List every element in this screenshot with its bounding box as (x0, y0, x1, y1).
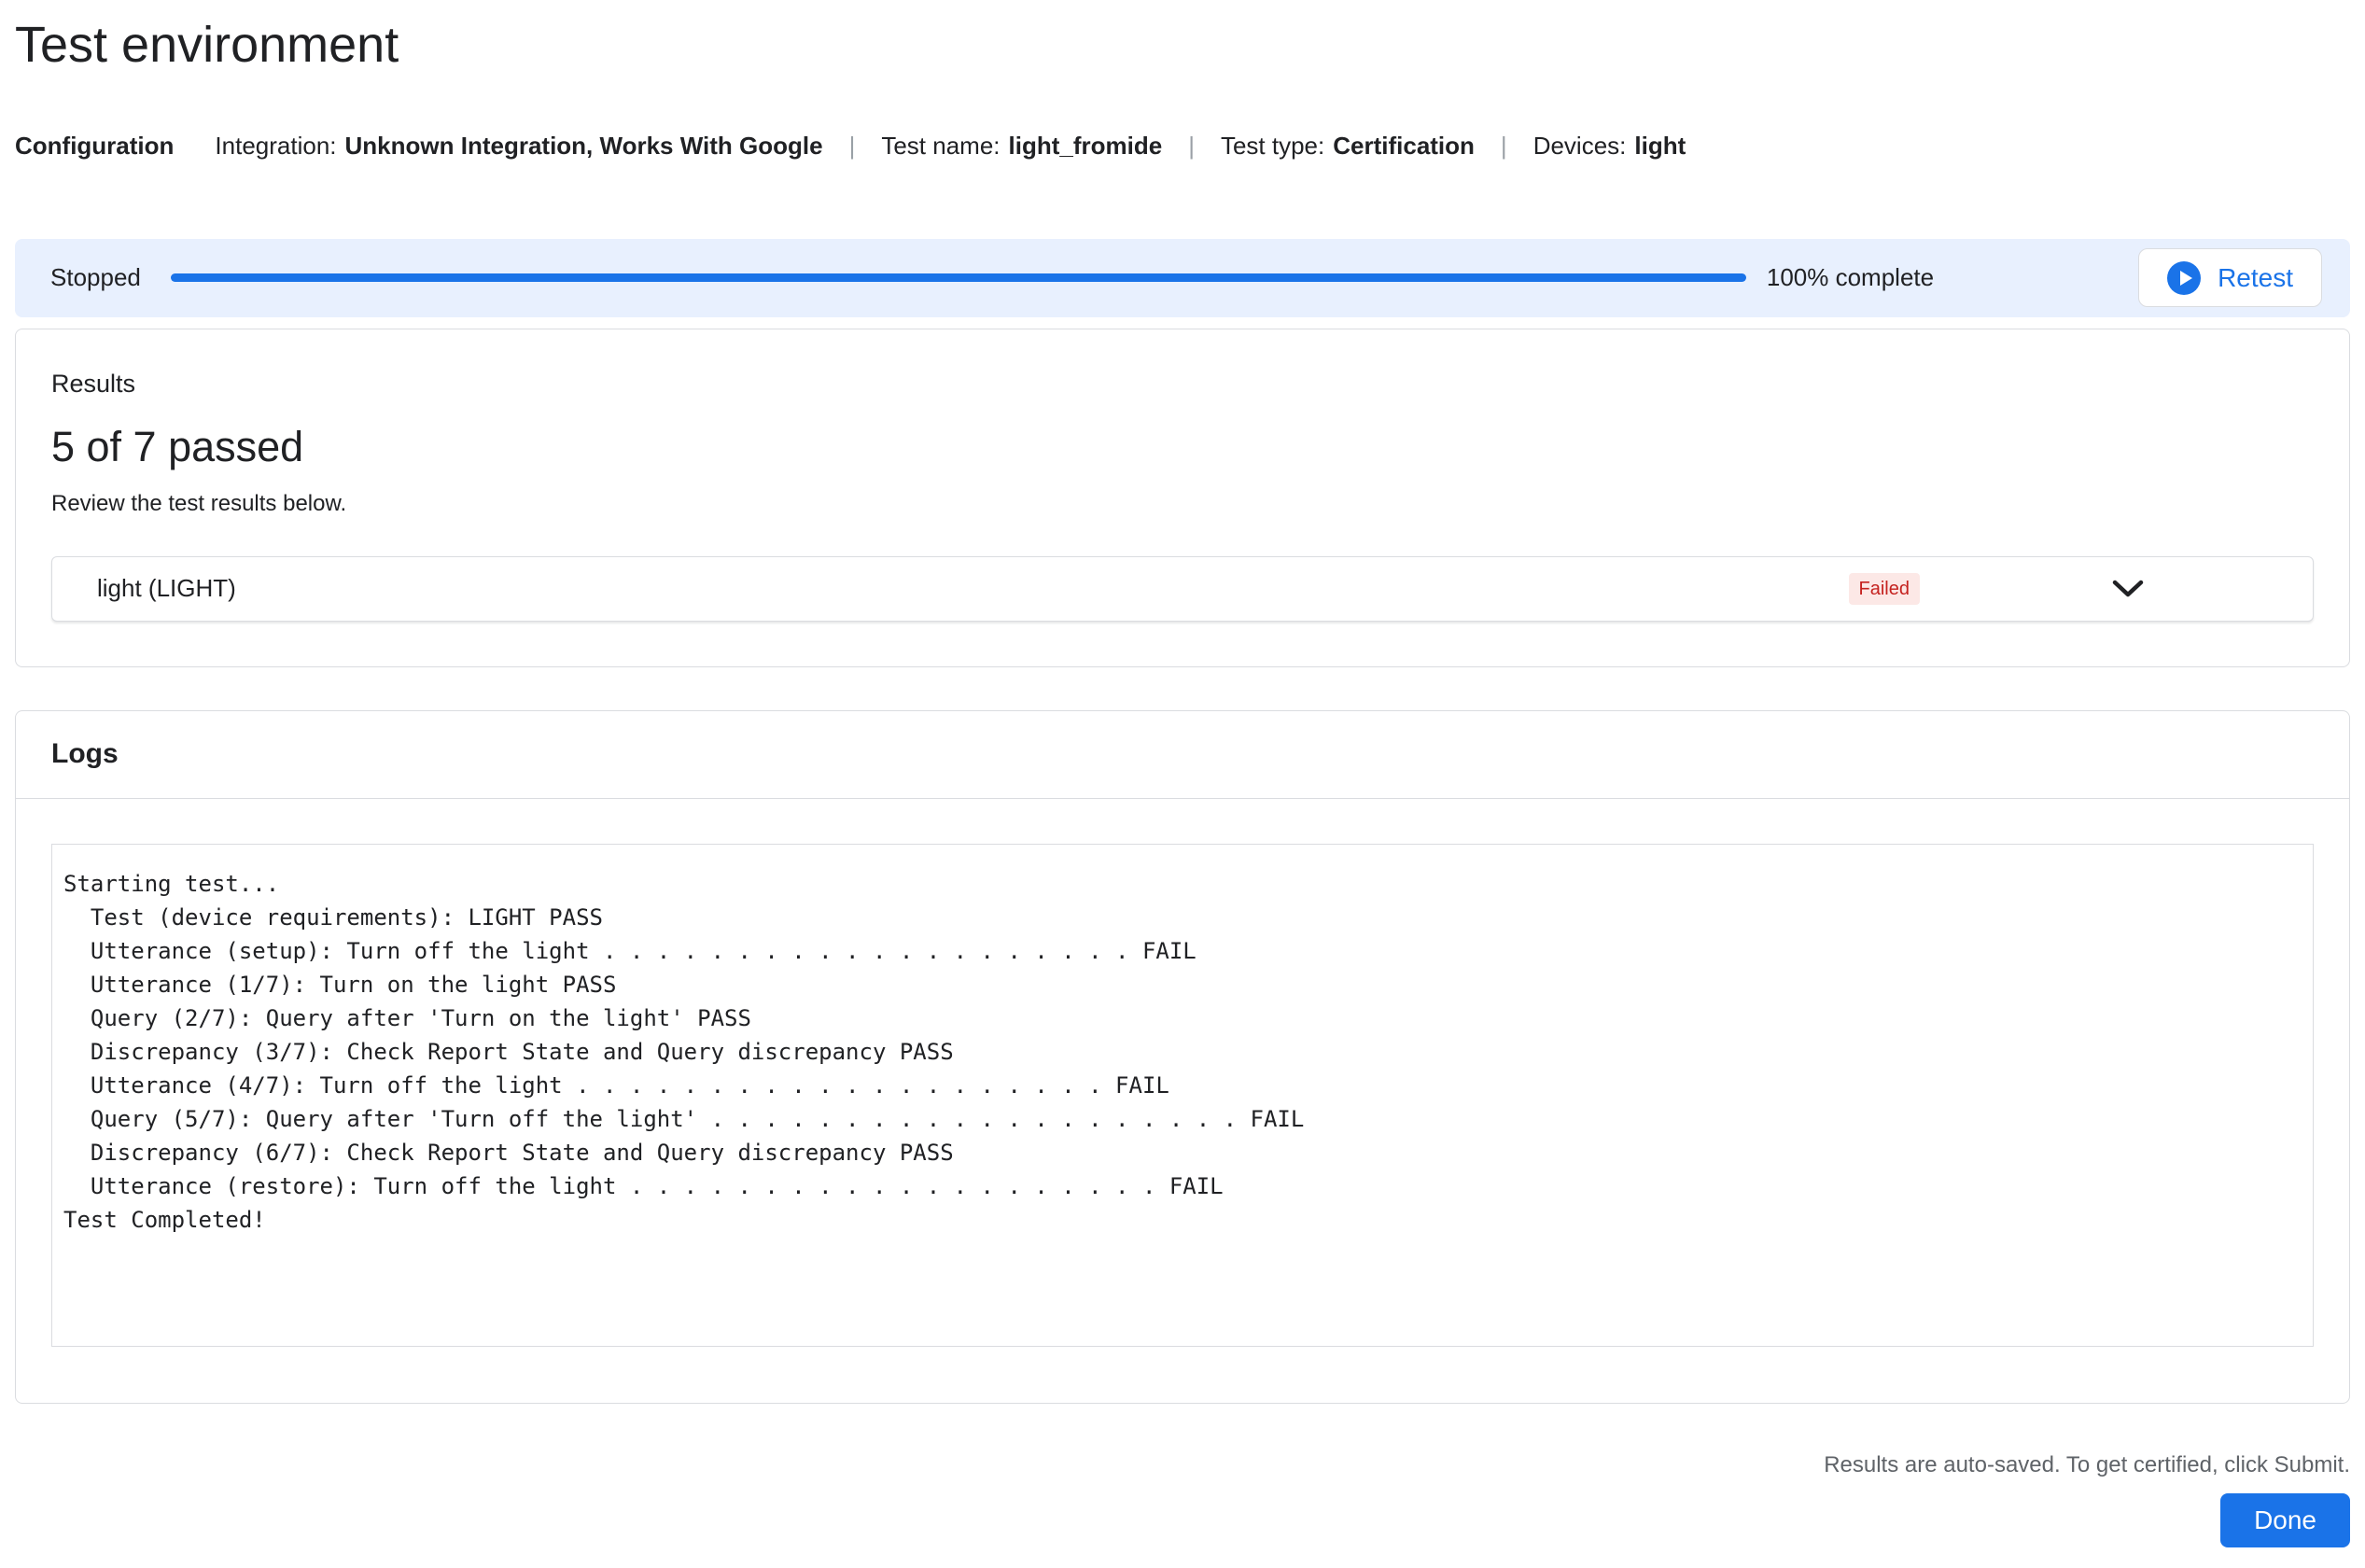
logs-card: Logs Starting test... Test (device requi… (15, 709, 2350, 1404)
separator: | (848, 131, 856, 160)
config-item-test-name: Test name: light_fromide (881, 132, 1162, 161)
integration-label: Integration: (215, 131, 337, 160)
log-line: Utterance (1/7): Turn on the light PASS (63, 971, 617, 998)
footer-actions: Done (15, 1492, 2350, 1547)
configuration-bar: Configuration Integration: Unknown Integ… (15, 132, 2350, 161)
status-badge: Failed (1848, 572, 1920, 605)
page-title: Test environment (15, 17, 399, 73)
done-button[interactable]: Done (2220, 1492, 2350, 1547)
configuration-label: Configuration (15, 131, 175, 160)
device-result-label: light (LIGHT) (97, 574, 236, 603)
test-environment-page: Test environment Configuration Integrati… (0, 15, 2365, 1547)
integration-value: Unknown Integration, Works With Google (344, 131, 823, 160)
devices-value: light (1634, 131, 1686, 160)
test-status-label: Stopped (50, 263, 141, 292)
log-line: Utterance (4/7): Turn off the light . . … (63, 1071, 1169, 1099)
progress-bar-fill (170, 273, 1746, 283)
log-line: Query (5/7): Query after 'Turn off the l… (63, 1105, 1305, 1132)
log-line: Test Completed! (63, 1206, 266, 1233)
config-item-test-type: Test type: Certification (1221, 132, 1475, 161)
log-line: Utterance (restore): Turn off the light … (63, 1172, 1224, 1199)
separator: | (1500, 131, 1507, 160)
results-summary: 5 of 7 passed (51, 422, 304, 470)
log-line: Query (2/7): Query after 'Turn on the li… (63, 1004, 751, 1031)
log-line: Utterance (setup): Turn off the light . … (63, 937, 1196, 964)
autosave-note: Results are auto-saved. To get certified… (1824, 1451, 2350, 1477)
log-output: Starting test... Test (device requiremen… (51, 843, 2314, 1347)
log-line: Discrepancy (3/7): Check Report State an… (63, 1038, 954, 1065)
test-name-label: Test name: (881, 131, 1001, 160)
play-icon (2167, 260, 2202, 295)
log-line: Discrepancy (6/7): Check Report State an… (63, 1139, 954, 1166)
test-type-label: Test type: (1220, 131, 1325, 160)
test-name-value: light_fromide (1008, 131, 1163, 160)
logs-body: Starting test... Test (device requiremen… (16, 799, 2349, 1403)
results-card: Results 5 of 7 passed Review the test re… (15, 328, 2350, 667)
separator: | (1188, 131, 1195, 160)
results-heading: Results (51, 369, 136, 398)
progress-percent-label: 100% complete (1766, 263, 1935, 292)
progress-bar (170, 273, 1746, 283)
progress-banner: Stopped 100% complete Retest (15, 238, 2350, 317)
result-row-light[interactable]: light (LIGHT) Failed (51, 555, 2314, 622)
config-item-integration: Integration: Unknown Integration, Works … (215, 132, 822, 161)
results-subtext: Review the test results below. (51, 490, 347, 516)
test-type-value: Certification (1333, 131, 1475, 160)
retest-button-label: Retest (2218, 262, 2293, 292)
log-line: Test (device requirements): LIGHT PASS (63, 903, 603, 931)
chevron-down-icon[interactable] (2111, 579, 2145, 599)
retest-button[interactable]: Retest (2138, 248, 2322, 308)
log-line: Starting test... (63, 870, 280, 897)
devices-label: Devices: (1532, 131, 1627, 160)
logs-heading: Logs (16, 711, 2349, 799)
config-item-devices: Devices: light (1533, 132, 1686, 161)
